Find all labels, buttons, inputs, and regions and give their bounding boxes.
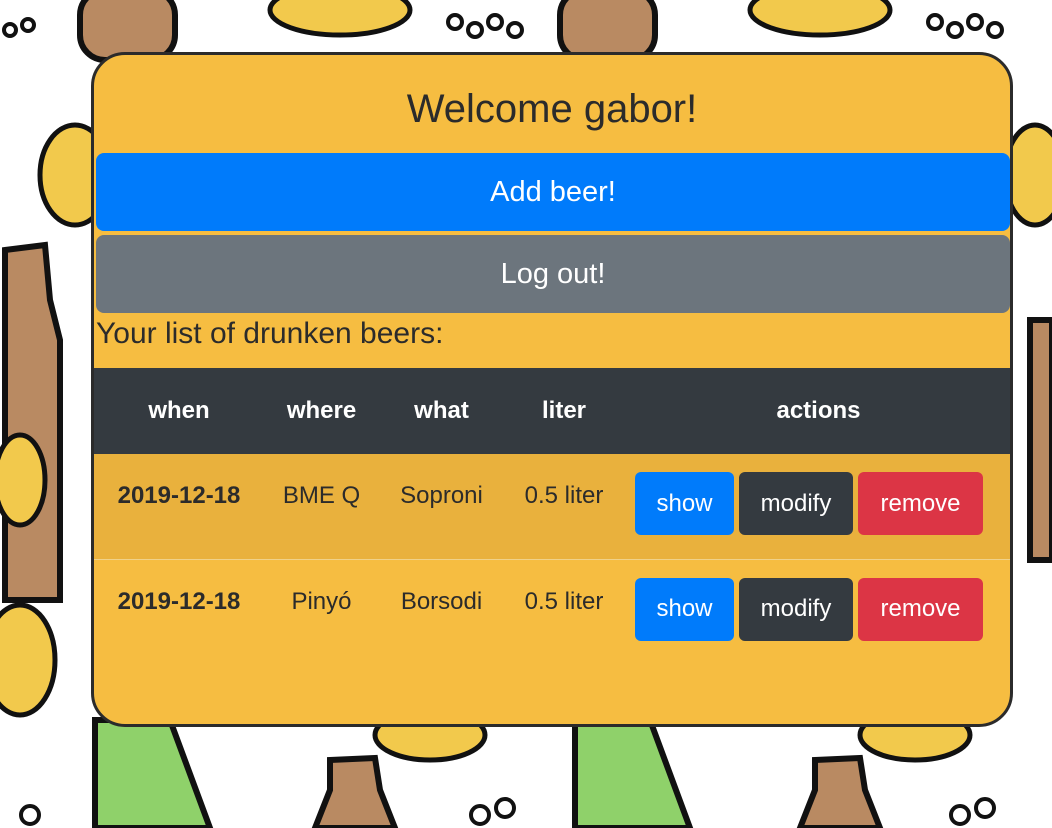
table-row: 2019-12-18 BME Q Soproni 0.5 liter show m…: [94, 454, 1010, 560]
beer-panel: Welcome gabor! Add beer! Log out! Your l…: [91, 52, 1013, 727]
modify-button[interactable]: modify: [739, 472, 853, 535]
cell-liter: 0.5 liter: [504, 454, 624, 560]
cell-liter: 0.5 liter: [504, 559, 624, 664]
cell-where: Pinyó: [264, 559, 379, 664]
cell-where: BME Q: [264, 454, 379, 560]
cell-when: 2019-12-18: [94, 454, 264, 560]
list-title: Your list of drunken beers:: [96, 317, 444, 350]
table-header-row: when where what liter actions: [94, 368, 1010, 454]
remove-button[interactable]: remove: [858, 577, 983, 641]
show-button[interactable]: show: [635, 472, 734, 535]
log-out-button[interactable]: Log out!: [96, 235, 1010, 313]
cell-actions: show modify remove: [624, 454, 1010, 560]
cell-what: Soproni: [379, 454, 504, 560]
column-header-actions: actions: [624, 368, 1010, 454]
column-header-where: where: [264, 368, 379, 454]
beer-table: when where what liter actions 2019-12-18…: [94, 368, 1010, 664]
show-button[interactable]: show: [635, 577, 734, 641]
add-beer-button[interactable]: Add beer!: [96, 153, 1010, 231]
modify-button[interactable]: modify: [739, 577, 853, 641]
welcome-heading: Welcome gabor!: [406, 87, 698, 131]
cell-when: 2019-12-18: [94, 559, 264, 664]
cell-what: Borsodi: [379, 559, 504, 664]
cell-actions: show modify remove: [624, 559, 1010, 664]
column-header-liter: liter: [504, 368, 624, 454]
column-header-when: when: [94, 368, 264, 454]
column-header-what: what: [379, 368, 504, 454]
remove-button[interactable]: remove: [858, 472, 983, 535]
table-row: 2019-12-18 Pinyó Borsodi 0.5 liter show m…: [94, 559, 1010, 664]
